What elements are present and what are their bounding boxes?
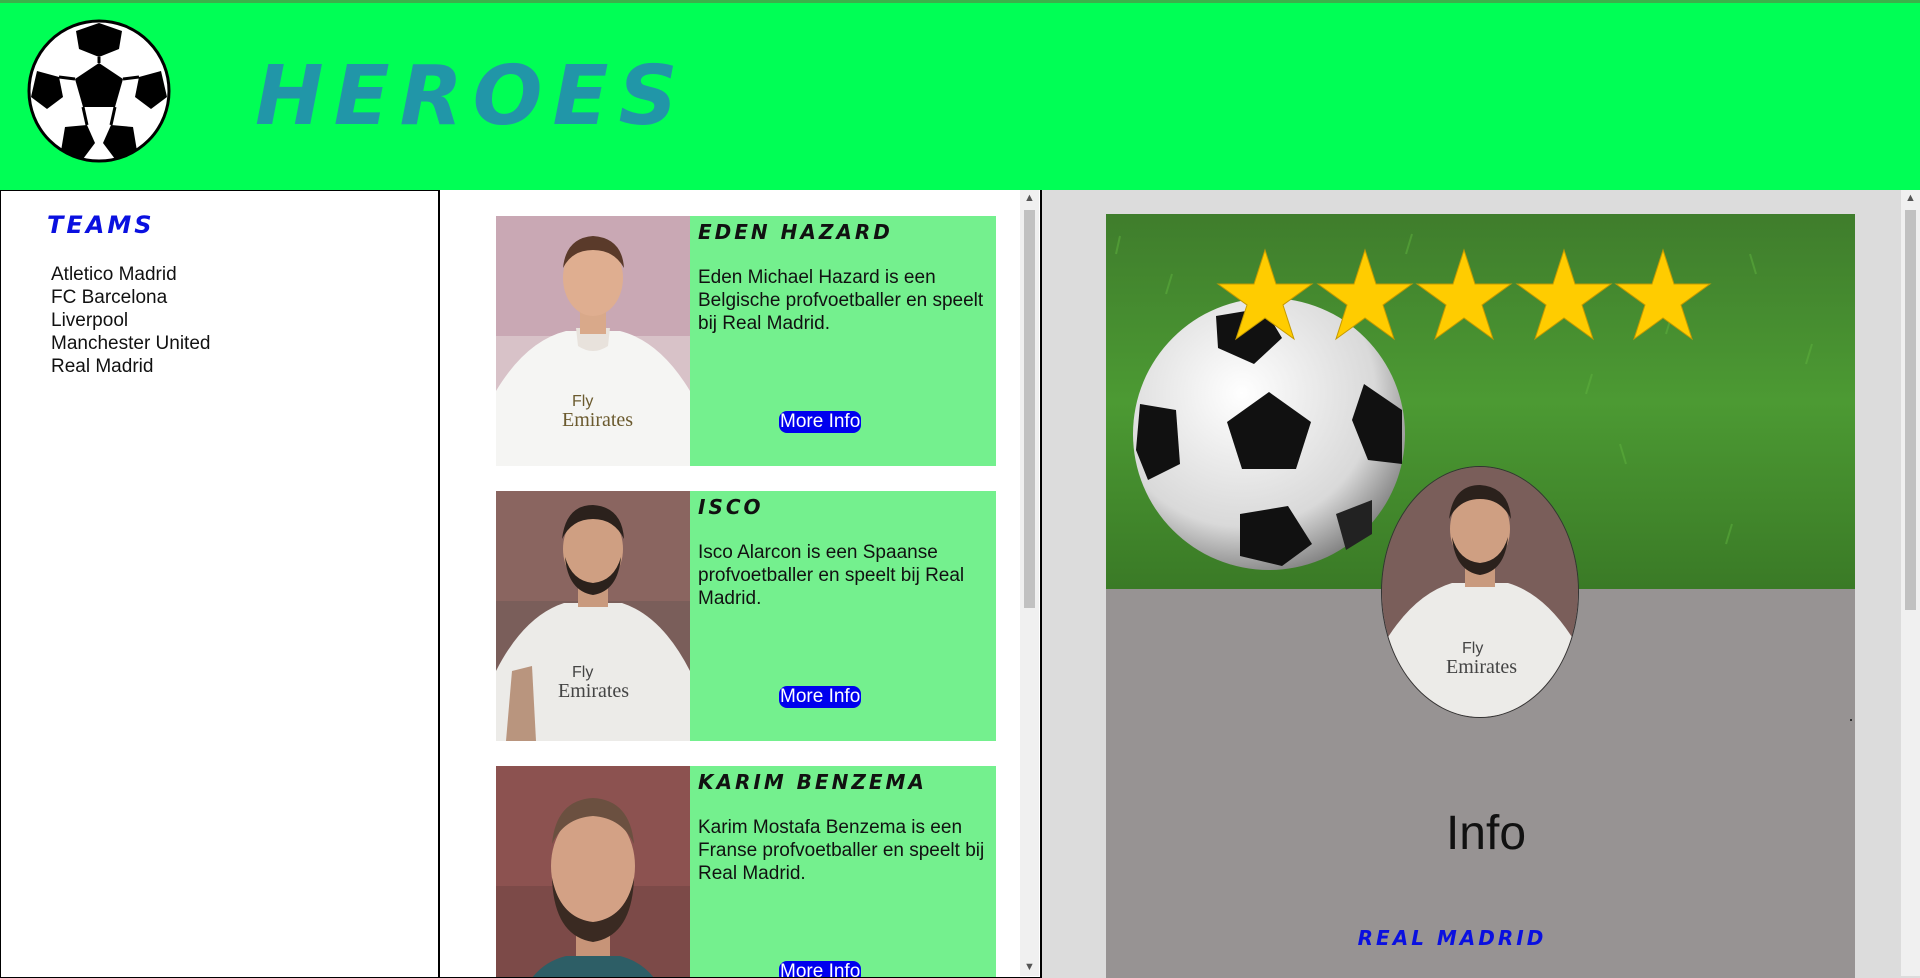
teams-heading: Teams xyxy=(47,211,155,239)
info-heading: Info xyxy=(1445,807,1527,860)
svg-text:Emirates: Emirates xyxy=(558,680,629,702)
player-description: Eden Michael Hazard is een Belgische pro… xyxy=(698,267,984,334)
svg-text:Fly: Fly xyxy=(572,393,593,410)
svg-text:Fly: Fly xyxy=(572,664,593,681)
detail-card: Fly Emirates Info Real Madrid xyxy=(1106,214,1855,978)
player-name: Isco xyxy=(698,495,764,519)
player-card: Karim Benzema Karim Mostafa Benzema is e… xyxy=(496,766,996,977)
player-description: Karim Mostafa Benzema is een Franse prof… xyxy=(698,817,985,884)
football-image xyxy=(1133,298,1405,570)
more-info-button[interactable]: More Info xyxy=(779,961,862,977)
team-item-liverpool[interactable]: Liverpool xyxy=(51,309,210,332)
team-item-real-madrid[interactable]: Real Madrid xyxy=(51,355,210,378)
site-header: HEROES xyxy=(0,0,1920,190)
player-photo xyxy=(496,766,690,977)
player-detail-panel: Fly Emirates Info Real Madrid ▲ xyxy=(1042,190,1920,978)
scrollbar-thumb[interactable] xyxy=(1024,210,1035,608)
team-list: Atletico Madrid FC Barcelona Liverpool M… xyxy=(51,263,210,378)
player-name: Eden Hazard xyxy=(698,220,893,244)
player-photo: Fly Emirates xyxy=(496,491,690,741)
more-info-button[interactable]: More Info xyxy=(779,411,862,433)
more-info-button[interactable]: More Info xyxy=(779,686,862,708)
player-card: Fly Emirates Isco Isco Alarcon is een Sp… xyxy=(496,491,996,741)
scroll-up-icon[interactable]: ▲ xyxy=(1020,190,1039,207)
svg-text:Emirates: Emirates xyxy=(1446,656,1517,678)
scrollbar-thumb[interactable] xyxy=(1905,210,1916,610)
player-team: Real Madrid xyxy=(1357,926,1547,950)
player-name: Karim Benzema xyxy=(698,770,927,794)
teams-sidebar: Teams Atletico Madrid FC Barcelona Liver… xyxy=(0,190,440,978)
player-list: Fly Emirates Eden Hazard Eden Michael Ha… xyxy=(440,190,1042,978)
team-item-atletico-madrid[interactable]: Atletico Madrid xyxy=(51,263,210,286)
site-title: HEROES xyxy=(255,49,688,144)
svg-text:Emirates: Emirates xyxy=(562,409,633,431)
scroll-down-icon[interactable]: ▼ xyxy=(1020,959,1039,976)
player-list-scrollbar[interactable]: ▲ ▼ xyxy=(1020,190,1039,976)
detail-panel-scrollbar[interactable]: ▲ xyxy=(1901,190,1920,976)
player-photo: Fly Emirates xyxy=(496,216,690,466)
player-portrait: Fly Emirates xyxy=(1381,466,1579,718)
scroll-up-icon[interactable]: ▲ xyxy=(1901,190,1920,207)
team-item-fc-barcelona[interactable]: FC Barcelona xyxy=(51,286,210,309)
player-card: Fly Emirates Eden Hazard Eden Michael Ha… xyxy=(496,216,996,466)
team-item-manchester-united[interactable]: Manchester United xyxy=(51,332,210,355)
decorative-dot xyxy=(1850,719,1852,721)
svg-text:Fly: Fly xyxy=(1462,640,1483,657)
soccer-ball-icon xyxy=(27,19,171,163)
player-description: Isco Alarcon is een Spaanse profvoetball… xyxy=(698,542,965,609)
